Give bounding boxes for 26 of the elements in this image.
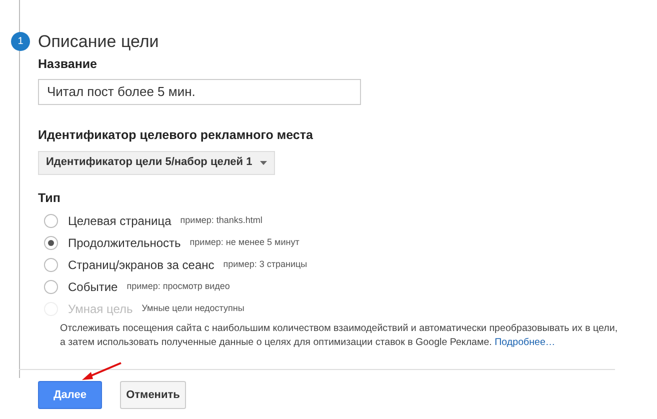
name-field[interactable]: Читал пост более 5 мин. [38,78,361,105]
option-hint: Умные цели недоступны [142,302,244,315]
annotation-arrow [80,362,122,382]
more-link[interactable]: Подробнее… [494,337,556,348]
option-label: Страниц/экранов за сеанс [68,256,214,274]
radio-button[interactable] [44,258,58,272]
description-text: Отслеживать посещения сайта с наибольшим количеством взаимодействий и автоматически преобразовывать их в цели, а затем использовать полученные данные о целях для оптимизации ставок в Google Рекламе. Подробнее… [60,322,619,350]
step-badge: 1 [11,32,30,51]
option-hint: пример: 3 страницы [223,258,308,271]
option-label: Умная цель [68,300,133,318]
goal-dropdown[interactable]: Идентификатор цели 5/набор целей 1 [38,150,276,174]
radio-button[interactable] [44,236,58,250]
field-label: Тип [38,190,62,206]
option-label: Целевая страница [68,212,172,230]
option-hint: пример: thanks.html [180,214,262,227]
option-label: Продолжительность [68,234,181,252]
option-hint: пример: просмотр видео [126,280,230,293]
radio-button[interactable] [44,280,58,294]
field-label: Название [38,56,98,73]
radio-button[interactable] [44,214,58,228]
option-label: Событие [68,278,118,296]
step-title: Описание цели [38,32,160,52]
field-label: Идентификатор целевого рекламного места [38,126,314,144]
cancel-button[interactable]: Отменить [120,381,186,409]
caret-icon [260,160,268,164]
option-hint: пример: не менее 5 минут [190,236,300,249]
